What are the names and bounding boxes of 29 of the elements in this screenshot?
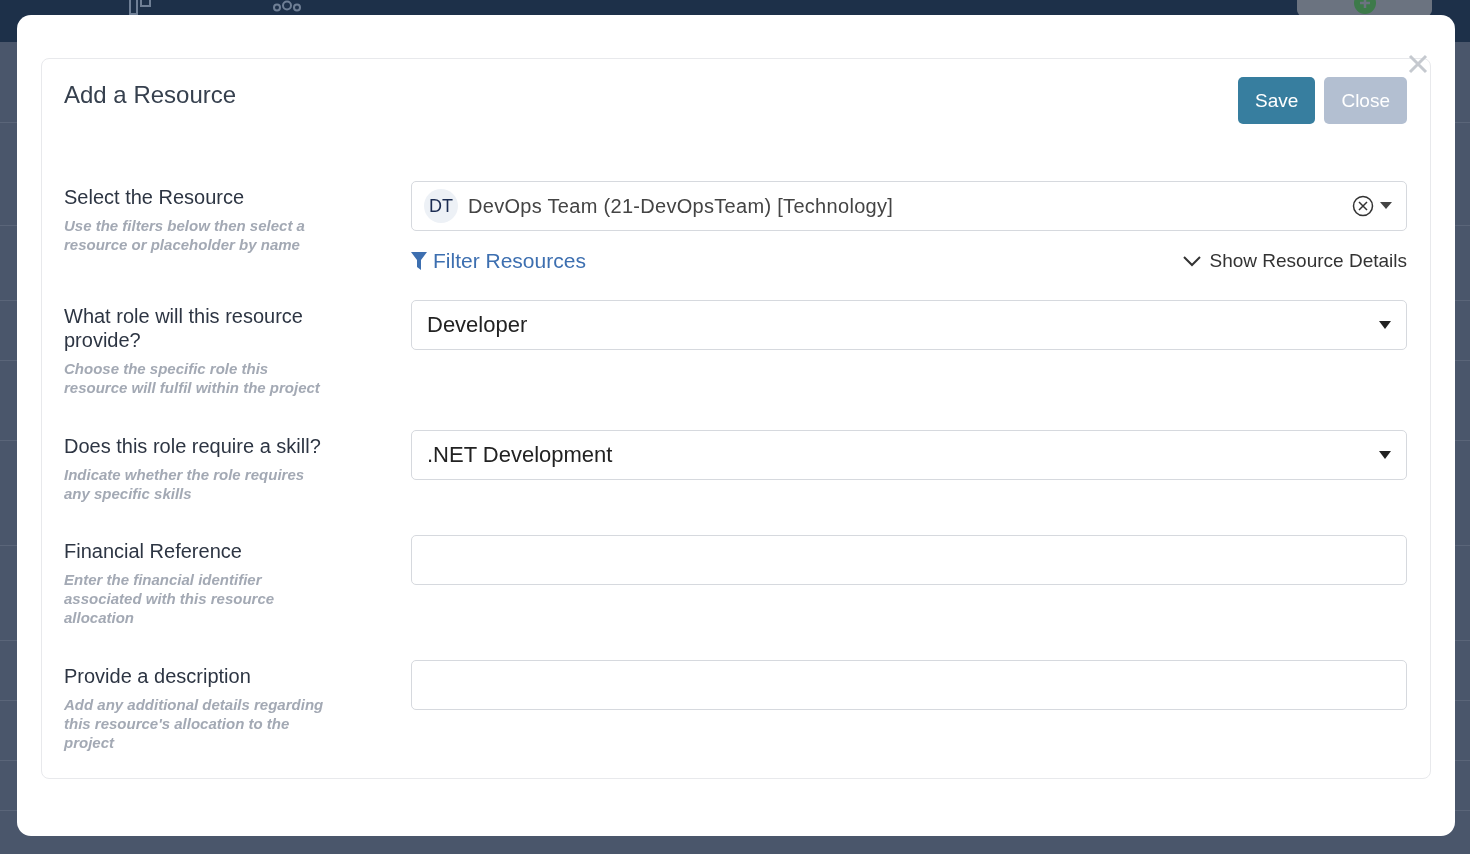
caret-icon xyxy=(1378,320,1392,330)
field-hint: Choose the specific role this resource will fulfil within the project xyxy=(64,359,322,397)
field-label: Financial Reference xyxy=(64,539,243,563)
dialog-title: Add a Resource xyxy=(64,81,237,109)
field-label: Does this role require a skill? xyxy=(64,434,322,458)
dropdown-field[interactable]: Developer xyxy=(411,300,1407,350)
field-label: Select the Resource xyxy=(64,185,246,209)
people-icon xyxy=(272,0,302,12)
input-field[interactable] xyxy=(411,660,1407,710)
show-details-link[interactable]: Show Resource Details xyxy=(1181,250,1407,272)
resource-select[interactable]: DT DevOps Team (21-DevOpsTeam) [Technology] xyxy=(411,181,1407,231)
clear-icon[interactable] xyxy=(1352,195,1374,217)
save-button[interactable]: Save xyxy=(1238,77,1316,124)
input-field[interactable] xyxy=(411,535,1407,585)
caret-icon xyxy=(1380,202,1392,210)
close-icon[interactable] xyxy=(1407,53,1429,75)
filter-resources-link[interactable]: Filter Resources xyxy=(411,249,586,273)
field-label: What role will this resource provide? xyxy=(64,304,304,352)
avatar-initials: DT xyxy=(424,189,458,223)
filter-icon xyxy=(411,252,427,270)
field-hint: Enter the financial identifier associated with this resource allocation xyxy=(64,570,276,627)
chevron-icon xyxy=(1181,255,1202,267)
field-hint: Use the filters below then select a resource or placeholder by name xyxy=(64,216,306,254)
field-label: Provide a description xyxy=(64,664,252,688)
field-hint: Indicate whether the role requires any specific skills xyxy=(64,465,306,503)
caret-icon xyxy=(1378,450,1392,460)
dropdown-field[interactable]: .NET Development xyxy=(411,430,1407,480)
board-icon xyxy=(128,0,152,16)
field-hint: Add any additional details regarding this resource's allocation to the project xyxy=(64,695,325,752)
